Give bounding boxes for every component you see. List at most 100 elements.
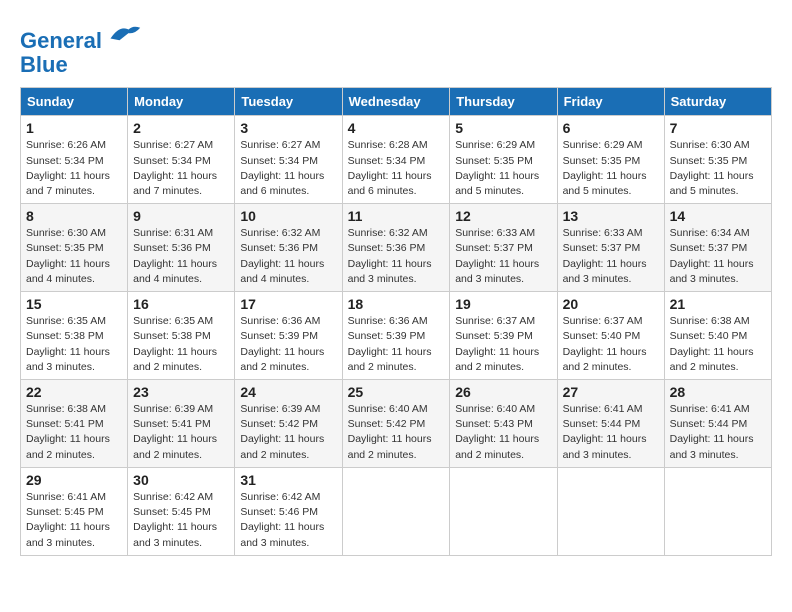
calendar-cell: 12 Sunrise: 6:33 AMSunset: 5:37 PMDaylig… bbox=[450, 204, 557, 292]
day-number: 2 bbox=[133, 120, 229, 136]
col-header-sunday: Sunday bbox=[21, 88, 128, 116]
calendar-cell: 6 Sunrise: 6:29 AMSunset: 5:35 PMDayligh… bbox=[557, 116, 664, 204]
calendar-week-row: 8 Sunrise: 6:30 AMSunset: 5:35 PMDayligh… bbox=[21, 204, 772, 292]
day-number: 6 bbox=[563, 120, 659, 136]
day-info: Sunrise: 6:38 AMSunset: 5:41 PMDaylight:… bbox=[26, 402, 122, 463]
calendar-cell bbox=[342, 467, 450, 555]
calendar-cell: 13 Sunrise: 6:33 AMSunset: 5:37 PMDaylig… bbox=[557, 204, 664, 292]
calendar-cell: 26 Sunrise: 6:40 AMSunset: 5:43 PMDaylig… bbox=[450, 380, 557, 468]
calendar-cell bbox=[664, 467, 771, 555]
calendar-cell: 28 Sunrise: 6:41 AMSunset: 5:44 PMDaylig… bbox=[664, 380, 771, 468]
day-info: Sunrise: 6:36 AMSunset: 5:39 PMDaylight:… bbox=[348, 314, 445, 375]
calendar-cell bbox=[557, 467, 664, 555]
calendar-cell: 21 Sunrise: 6:38 AMSunset: 5:40 PMDaylig… bbox=[664, 292, 771, 380]
calendar-cell: 5 Sunrise: 6:29 AMSunset: 5:35 PMDayligh… bbox=[450, 116, 557, 204]
calendar-cell: 17 Sunrise: 6:36 AMSunset: 5:39 PMDaylig… bbox=[235, 292, 342, 380]
day-info: Sunrise: 6:41 AMSunset: 5:44 PMDaylight:… bbox=[670, 402, 766, 463]
calendar-week-row: 15 Sunrise: 6:35 AMSunset: 5:38 PMDaylig… bbox=[21, 292, 772, 380]
calendar-cell: 14 Sunrise: 6:34 AMSunset: 5:37 PMDaylig… bbox=[664, 204, 771, 292]
day-number: 31 bbox=[240, 472, 336, 488]
day-info: Sunrise: 6:37 AMSunset: 5:39 PMDaylight:… bbox=[455, 314, 551, 375]
col-header-thursday: Thursday bbox=[450, 88, 557, 116]
day-info: Sunrise: 6:29 AMSunset: 5:35 PMDaylight:… bbox=[563, 138, 659, 199]
day-number: 20 bbox=[563, 296, 659, 312]
day-number: 11 bbox=[348, 208, 445, 224]
day-number: 16 bbox=[133, 296, 229, 312]
day-number: 8 bbox=[26, 208, 122, 224]
day-number: 13 bbox=[563, 208, 659, 224]
calendar-cell: 8 Sunrise: 6:30 AMSunset: 5:35 PMDayligh… bbox=[21, 204, 128, 292]
calendar-cell: 20 Sunrise: 6:37 AMSunset: 5:40 PMDaylig… bbox=[557, 292, 664, 380]
calendar-cell: 18 Sunrise: 6:36 AMSunset: 5:39 PMDaylig… bbox=[342, 292, 450, 380]
calendar-cell: 10 Sunrise: 6:32 AMSunset: 5:36 PMDaylig… bbox=[235, 204, 342, 292]
day-info: Sunrise: 6:38 AMSunset: 5:40 PMDaylight:… bbox=[670, 314, 766, 375]
day-number: 5 bbox=[455, 120, 551, 136]
day-number: 1 bbox=[26, 120, 122, 136]
day-number: 9 bbox=[133, 208, 229, 224]
calendar-cell: 30 Sunrise: 6:42 AMSunset: 5:45 PMDaylig… bbox=[128, 467, 235, 555]
day-info: Sunrise: 6:39 AMSunset: 5:41 PMDaylight:… bbox=[133, 402, 229, 463]
calendar-cell: 3 Sunrise: 6:27 AMSunset: 5:34 PMDayligh… bbox=[235, 116, 342, 204]
day-number: 12 bbox=[455, 208, 551, 224]
day-info: Sunrise: 6:34 AMSunset: 5:37 PMDaylight:… bbox=[670, 226, 766, 287]
day-number: 4 bbox=[348, 120, 445, 136]
day-info: Sunrise: 6:39 AMSunset: 5:42 PMDaylight:… bbox=[240, 402, 336, 463]
day-number: 24 bbox=[240, 384, 336, 400]
day-info: Sunrise: 6:27 AMSunset: 5:34 PMDaylight:… bbox=[240, 138, 336, 199]
calendar-table: SundayMondayTuesdayWednesdayThursdayFrid… bbox=[20, 87, 772, 555]
calendar-cell: 24 Sunrise: 6:39 AMSunset: 5:42 PMDaylig… bbox=[235, 380, 342, 468]
day-number: 3 bbox=[240, 120, 336, 136]
day-info: Sunrise: 6:30 AMSunset: 5:35 PMDaylight:… bbox=[26, 226, 122, 287]
day-number: 30 bbox=[133, 472, 229, 488]
calendar-cell bbox=[450, 467, 557, 555]
day-info: Sunrise: 6:32 AMSunset: 5:36 PMDaylight:… bbox=[348, 226, 445, 287]
calendar-cell: 23 Sunrise: 6:39 AMSunset: 5:41 PMDaylig… bbox=[128, 380, 235, 468]
day-info: Sunrise: 6:28 AMSunset: 5:34 PMDaylight:… bbox=[348, 138, 445, 199]
col-header-monday: Monday bbox=[128, 88, 235, 116]
calendar-week-row: 1 Sunrise: 6:26 AMSunset: 5:34 PMDayligh… bbox=[21, 116, 772, 204]
col-header-tuesday: Tuesday bbox=[235, 88, 342, 116]
day-info: Sunrise: 6:33 AMSunset: 5:37 PMDaylight:… bbox=[455, 226, 551, 287]
day-info: Sunrise: 6:40 AMSunset: 5:43 PMDaylight:… bbox=[455, 402, 551, 463]
day-number: 10 bbox=[240, 208, 336, 224]
calendar-cell: 7 Sunrise: 6:30 AMSunset: 5:35 PMDayligh… bbox=[664, 116, 771, 204]
day-number: 19 bbox=[455, 296, 551, 312]
day-info: Sunrise: 6:41 AMSunset: 5:45 PMDaylight:… bbox=[26, 490, 122, 551]
logo-text: GeneralBlue bbox=[20, 20, 142, 77]
day-info: Sunrise: 6:33 AMSunset: 5:37 PMDaylight:… bbox=[563, 226, 659, 287]
col-header-wednesday: Wednesday bbox=[342, 88, 450, 116]
logo: GeneralBlue bbox=[20, 20, 142, 77]
day-number: 29 bbox=[26, 472, 122, 488]
day-number: 17 bbox=[240, 296, 336, 312]
day-info: Sunrise: 6:31 AMSunset: 5:36 PMDaylight:… bbox=[133, 226, 229, 287]
calendar-cell: 29 Sunrise: 6:41 AMSunset: 5:45 PMDaylig… bbox=[21, 467, 128, 555]
day-info: Sunrise: 6:32 AMSunset: 5:36 PMDaylight:… bbox=[240, 226, 336, 287]
day-number: 22 bbox=[26, 384, 122, 400]
calendar-cell: 9 Sunrise: 6:31 AMSunset: 5:36 PMDayligh… bbox=[128, 204, 235, 292]
calendar-cell: 2 Sunrise: 6:27 AMSunset: 5:34 PMDayligh… bbox=[128, 116, 235, 204]
calendar-week-row: 22 Sunrise: 6:38 AMSunset: 5:41 PMDaylig… bbox=[21, 380, 772, 468]
page-header: GeneralBlue bbox=[20, 20, 772, 77]
day-info: Sunrise: 6:27 AMSunset: 5:34 PMDaylight:… bbox=[133, 138, 229, 199]
day-info: Sunrise: 6:35 AMSunset: 5:38 PMDaylight:… bbox=[26, 314, 122, 375]
day-number: 7 bbox=[670, 120, 766, 136]
day-number: 15 bbox=[26, 296, 122, 312]
day-info: Sunrise: 6:40 AMSunset: 5:42 PMDaylight:… bbox=[348, 402, 445, 463]
day-number: 25 bbox=[348, 384, 445, 400]
calendar-cell: 27 Sunrise: 6:41 AMSunset: 5:44 PMDaylig… bbox=[557, 380, 664, 468]
calendar-cell: 22 Sunrise: 6:38 AMSunset: 5:41 PMDaylig… bbox=[21, 380, 128, 468]
day-number: 26 bbox=[455, 384, 551, 400]
day-info: Sunrise: 6:37 AMSunset: 5:40 PMDaylight:… bbox=[563, 314, 659, 375]
day-number: 14 bbox=[670, 208, 766, 224]
day-info: Sunrise: 6:42 AMSunset: 5:45 PMDaylight:… bbox=[133, 490, 229, 551]
logo-bird-icon bbox=[106, 20, 142, 48]
col-header-saturday: Saturday bbox=[664, 88, 771, 116]
calendar-cell: 16 Sunrise: 6:35 AMSunset: 5:38 PMDaylig… bbox=[128, 292, 235, 380]
calendar-cell: 31 Sunrise: 6:42 AMSunset: 5:46 PMDaylig… bbox=[235, 467, 342, 555]
day-info: Sunrise: 6:30 AMSunset: 5:35 PMDaylight:… bbox=[670, 138, 766, 199]
day-info: Sunrise: 6:36 AMSunset: 5:39 PMDaylight:… bbox=[240, 314, 336, 375]
day-number: 28 bbox=[670, 384, 766, 400]
day-number: 27 bbox=[563, 384, 659, 400]
day-number: 21 bbox=[670, 296, 766, 312]
col-header-friday: Friday bbox=[557, 88, 664, 116]
